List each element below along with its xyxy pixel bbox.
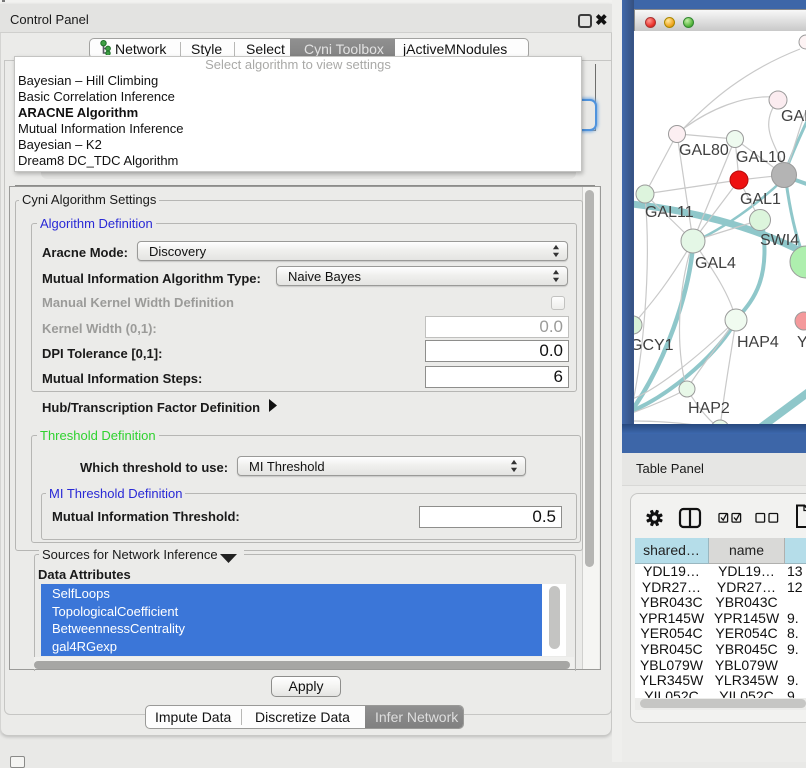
svg-text:GAL1: GAL1 [740, 191, 781, 208]
svg-text:GAL11: GAL11 [645, 204, 694, 221]
svg-text:HAP2: HAP2 [688, 400, 730, 417]
svg-text:GAL: GAL [781, 108, 806, 125]
svg-text:GAL10: GAL10 [736, 149, 786, 166]
svg-text:YJ: YJ [797, 334, 806, 351]
svg-text:GCY1: GCY1 [634, 337, 674, 354]
svg-text:SWI4: SWI4 [760, 232, 799, 249]
svg-text:GAL4: GAL4 [695, 255, 736, 272]
svg-text:GAL80: GAL80 [679, 142, 729, 159]
svg-text:HAP4: HAP4 [737, 334, 779, 351]
